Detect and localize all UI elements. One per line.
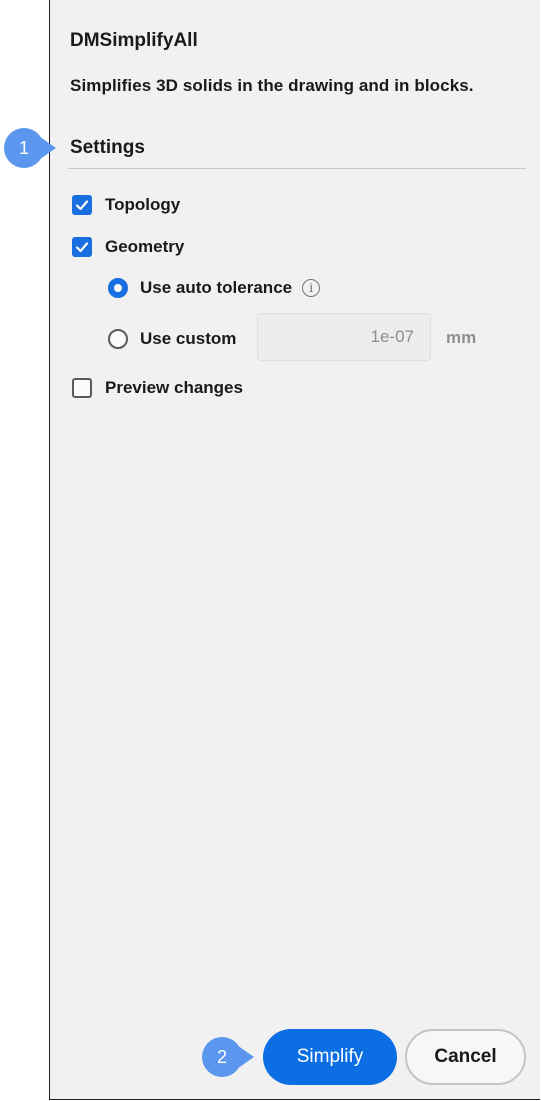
- dialog-description: Simplifies 3D solids in the drawing and …: [70, 76, 474, 95]
- callout-marker-2: 2: [202, 1037, 254, 1077]
- checkmark-icon: [75, 242, 89, 253]
- geometry-option[interactable]: Geometry: [72, 237, 184, 257]
- tolerance-unit-label: mm: [446, 328, 477, 347]
- dialog-panel: [49, 0, 540, 1100]
- simplify-button[interactable]: Simplify: [263, 1029, 397, 1085]
- custom-tolerance-value: 1e-07: [370, 327, 414, 346]
- topology-option[interactable]: Topology: [72, 195, 180, 215]
- topology-label: Topology: [105, 195, 181, 214]
- preview-changes-label: Preview changes: [105, 378, 243, 397]
- preview-changes-checkbox[interactable]: [72, 378, 92, 398]
- custom-tolerance-label: Use custom: [140, 329, 237, 348]
- settings-heading: Settings: [70, 137, 145, 158]
- geometry-checkbox[interactable]: [72, 237, 92, 257]
- callout-pointer: [234, 1043, 254, 1071]
- cancel-button[interactable]: Cancel: [405, 1029, 526, 1085]
- callout-marker-1: 1: [4, 128, 56, 168]
- auto-tolerance-label: Use auto tolerance: [140, 278, 293, 297]
- settings-divider: [68, 168, 526, 169]
- topology-checkbox[interactable]: [72, 195, 92, 215]
- dialog-title: DMSimplifyAll: [70, 30, 198, 51]
- callout-pointer: [36, 134, 56, 162]
- auto-tolerance-option[interactable]: Use auto tolerance i: [108, 278, 321, 298]
- custom-tolerance-radio[interactable]: [108, 329, 128, 349]
- custom-tolerance-input[interactable]: 1e-07: [257, 313, 431, 361]
- preview-changes-option[interactable]: Preview changes: [72, 378, 243, 398]
- checkmark-icon: [75, 200, 89, 211]
- auto-tolerance-radio[interactable]: [108, 278, 128, 298]
- geometry-label: Geometry: [105, 237, 185, 256]
- custom-tolerance-option[interactable]: Use custom: [108, 329, 236, 349]
- info-icon[interactable]: i: [302, 279, 321, 297]
